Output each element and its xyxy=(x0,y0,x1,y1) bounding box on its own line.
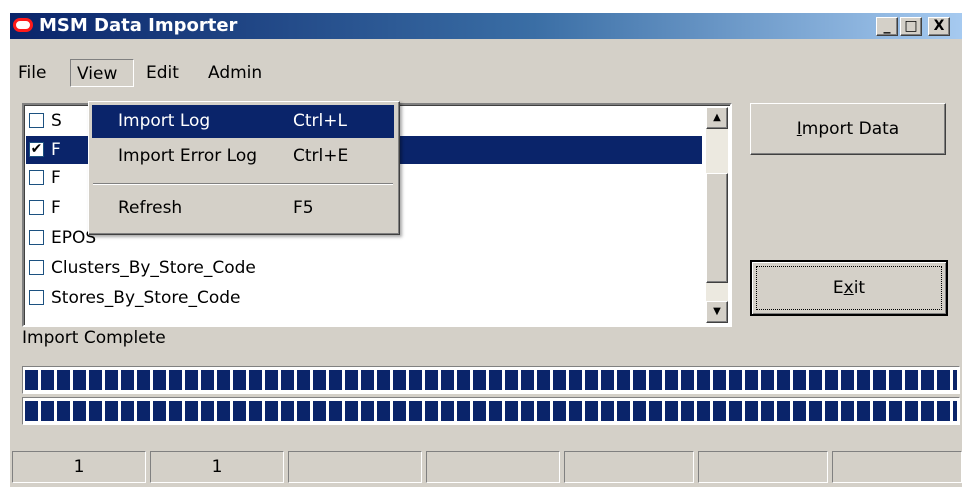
list-item-label: Stores_By_Store_Code xyxy=(51,288,241,308)
checkbox[interactable]: ✔ xyxy=(29,142,44,157)
oracle-logo-icon xyxy=(13,18,33,32)
progress-bar-1 xyxy=(22,366,960,394)
status-panel xyxy=(426,451,560,483)
menu-bar: File View Edit Admin xyxy=(10,59,962,89)
menu-item-import-log[interactable]: Import Log Ctrl+L xyxy=(92,105,394,138)
scrollbar-thumb[interactable] xyxy=(706,173,728,283)
menu-item-import-error-log[interactable]: Import Error Log Ctrl+E xyxy=(92,140,394,173)
import-data-button[interactable]: Import Data xyxy=(750,103,946,155)
progress-bar-2-fill xyxy=(25,401,957,421)
status-panel xyxy=(288,451,422,483)
menu-item-shortcut: Ctrl+L xyxy=(293,111,347,131)
menu-item-shortcut: Ctrl+E xyxy=(293,146,349,166)
scroll-up-arrow-icon[interactable]: ▲ xyxy=(706,107,728,129)
menu-admin[interactable]: Admin xyxy=(202,59,268,87)
minimize-button[interactable]: _ xyxy=(876,17,898,36)
checkbox[interactable] xyxy=(29,200,44,215)
list-item[interactable]: Stores_By_Store_Code xyxy=(26,284,702,312)
progress-bar-2 xyxy=(22,397,960,425)
status-panel xyxy=(698,451,828,483)
focus-indicator xyxy=(756,266,942,310)
menu-item-label: Import Log xyxy=(118,111,211,131)
list-item-label: Clusters_By_Store_Code xyxy=(51,258,256,278)
status-bar: 1 1 xyxy=(10,449,962,487)
list-scrollbar[interactable]: ▲ ▼ xyxy=(706,107,728,323)
menu-item-refresh[interactable]: Refresh F5 xyxy=(92,192,394,225)
list-item-label: F xyxy=(51,198,61,218)
progress-bar-1-fill xyxy=(25,370,957,390)
scroll-down-arrow-icon[interactable]: ▼ xyxy=(706,301,728,323)
checkbox[interactable] xyxy=(29,113,44,128)
checkbox[interactable] xyxy=(29,170,44,185)
import-data-button-label: mport Data xyxy=(801,119,900,139)
menu-item-label: Import Error Log xyxy=(118,146,258,166)
status-panel xyxy=(832,451,962,483)
app-window: MSM Data Importer _ □ X File View Edit A… xyxy=(10,13,962,487)
list-item-label: F xyxy=(51,168,61,188)
menu-edit[interactable]: Edit xyxy=(140,59,185,87)
checkbox[interactable] xyxy=(29,290,44,305)
checkbox[interactable] xyxy=(29,260,44,275)
close-button[interactable]: X xyxy=(928,17,950,36)
title-bar[interactable]: MSM Data Importer _ □ X xyxy=(10,13,962,39)
exit-button[interactable]: Exit xyxy=(750,260,948,316)
view-menu-dropdown: Import Log Ctrl+L Import Error Log Ctrl+… xyxy=(88,101,400,235)
checkbox[interactable] xyxy=(29,230,44,245)
status-panel: 1 xyxy=(12,451,146,483)
window-title: MSM Data Importer xyxy=(39,15,238,36)
menu-separator xyxy=(93,183,393,185)
list-item[interactable]: Clusters_By_Store_Code xyxy=(26,254,702,282)
maximize-button[interactable]: □ xyxy=(900,17,922,36)
import-status: Import Complete xyxy=(22,328,166,348)
list-item-label: S xyxy=(51,111,62,131)
list-item-label: F xyxy=(51,140,61,160)
status-panel: 1 xyxy=(150,451,284,483)
menu-item-label: Refresh xyxy=(118,198,183,218)
menu-view[interactable]: View xyxy=(70,59,134,87)
menu-item-shortcut: F5 xyxy=(293,198,314,218)
status-panel xyxy=(564,451,694,483)
menu-file[interactable]: File xyxy=(12,59,52,87)
